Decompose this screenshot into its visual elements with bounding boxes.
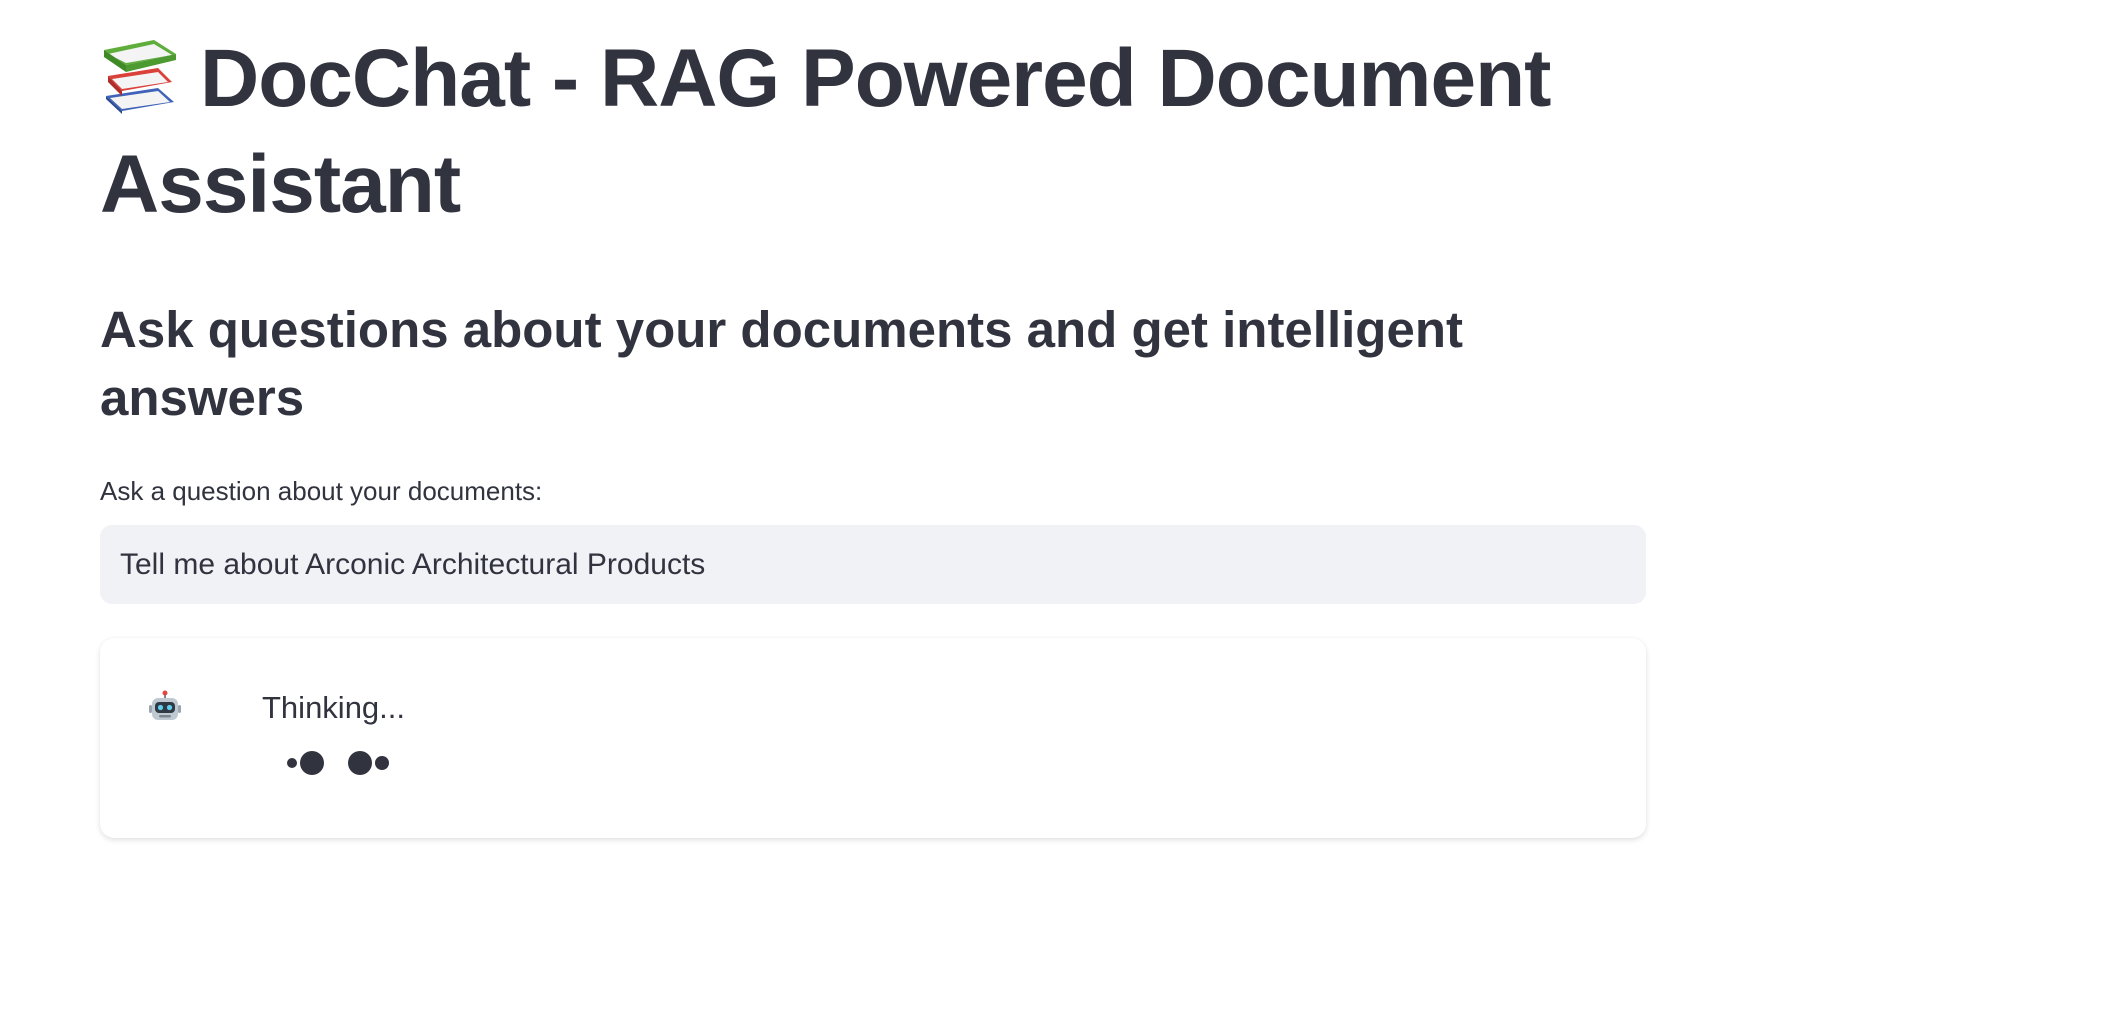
loading-dots-icon (287, 751, 389, 775)
question-input-label: Ask a question about your documents: (100, 476, 543, 506)
robot-icon (149, 690, 181, 720)
assistant-message: Thinking... (100, 638, 1646, 838)
page-subtitle: Ask questions about your documents and g… (100, 301, 1463, 426)
page-title-text: DocChat - RAG Powered Document Assistant (100, 33, 1551, 230)
books-icon (104, 40, 176, 114)
page-title: DocChat - RAG Powered Document Assistant (100, 26, 1620, 238)
question-input[interactable] (100, 525, 1646, 604)
main-container: DocChat - RAG Powered Document Assistant… (100, 26, 1646, 838)
question-input-container (100, 525, 1646, 604)
thinking-status: Thinking... (262, 690, 406, 725)
